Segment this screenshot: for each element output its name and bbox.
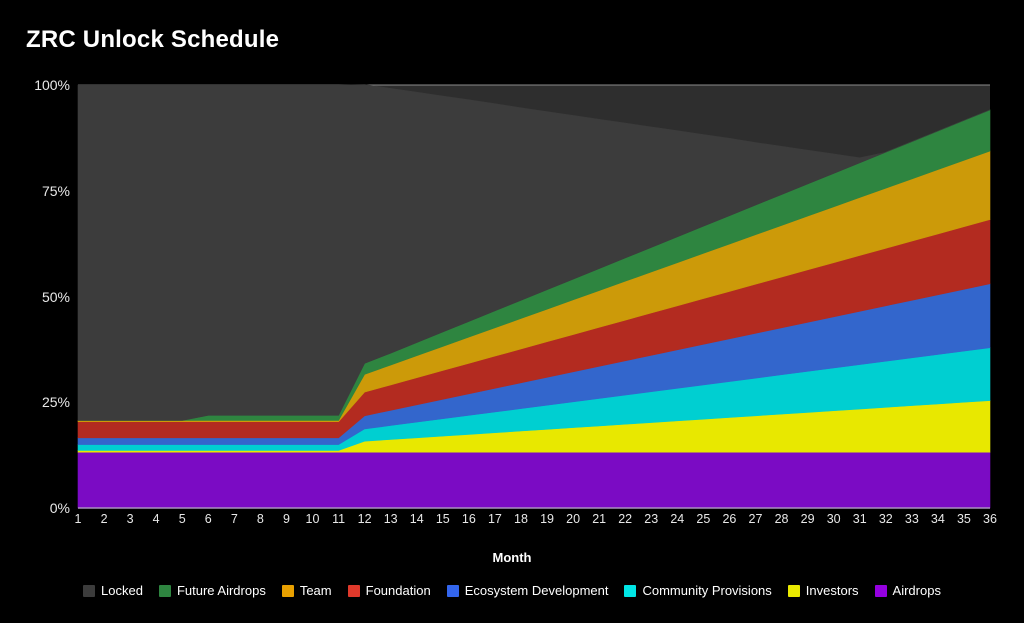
x-tick-label: 27 bbox=[748, 512, 763, 526]
chart-legend: Locked Future Airdrops Team Foundation Ecosy… bbox=[0, 583, 1024, 598]
x-tick-label: 24 bbox=[670, 512, 685, 526]
legend-swatch-icon bbox=[281, 584, 294, 597]
x-tick-label: 29 bbox=[800, 512, 815, 526]
legend-item-label: Future Airdrops bbox=[176, 583, 266, 598]
x-tick-label: 22 bbox=[618, 512, 633, 526]
legend-item-community-provisions[interactable]: Community Provisions bbox=[624, 583, 772, 598]
x-tick-label: 31 bbox=[852, 512, 867, 526]
x-tick-label: 21 bbox=[592, 512, 607, 526]
x-tick-label: 26 bbox=[722, 512, 737, 526]
x-tick-label: 20 bbox=[566, 512, 581, 526]
x-tick-label: 32 bbox=[878, 512, 893, 526]
legend-item-investors[interactable]: Investors bbox=[787, 583, 859, 598]
legend-item-team[interactable]: Team bbox=[281, 583, 332, 598]
x-tick-label: 23 bbox=[644, 512, 659, 526]
x-tick-label: 17 bbox=[487, 512, 502, 526]
legend-swatch-icon bbox=[83, 584, 96, 597]
x-tick-label: 18 bbox=[514, 512, 528, 526]
legend-item-label: Foundation bbox=[365, 583, 431, 598]
x-tick-label: 15 bbox=[435, 512, 450, 526]
x-tick-label: 36 bbox=[983, 512, 997, 526]
legend-item-label: Locked bbox=[101, 583, 143, 598]
x-tick-label: 2 bbox=[100, 512, 108, 526]
legend-item-ecosystem-development[interactable]: Ecosystem Development bbox=[446, 583, 609, 598]
legend-item-label: Community Provisions bbox=[642, 583, 772, 598]
legend-item-foundation[interactable]: Foundation bbox=[347, 583, 431, 598]
legend-swatch-icon bbox=[624, 584, 637, 597]
x-tick-label: 34 bbox=[930, 512, 945, 526]
legend-item-airdrops[interactable]: Airdrops bbox=[874, 583, 941, 598]
x-tick-label: 12 bbox=[357, 512, 372, 526]
x-tick-label: 9 bbox=[282, 512, 290, 526]
legend-swatch-icon bbox=[158, 584, 171, 597]
x-tick-label: 33 bbox=[904, 512, 919, 526]
x-tick-label: 19 bbox=[540, 512, 554, 526]
x-axis-title: Month bbox=[492, 550, 532, 565]
x-tick-label: 16 bbox=[461, 512, 476, 526]
x-tick-label: 4 bbox=[152, 512, 160, 526]
x-tick-label: 14 bbox=[409, 512, 424, 526]
chart-root: ZRC Unlock Schedule 0% 25% 50% 75% 100% 1234… bbox=[0, 0, 1024, 623]
x-tick-label: 13 bbox=[383, 512, 398, 526]
legend-item-future-airdrops[interactable]: Future Airdrops bbox=[158, 583, 266, 598]
x-tick-label: 30 bbox=[826, 512, 841, 526]
x-axis-ticks: 1 2 3 4 5 6 7 8 9 10 11 12 13 14 15 16 17 18 19 20 21 22 23 24 2… bbox=[0, 0, 1024, 623]
x-tick-label: 3 bbox=[126, 512, 134, 526]
legend-item-label: Investors bbox=[805, 583, 859, 598]
legend-item-label: Team bbox=[299, 583, 332, 598]
x-tick-label: 5 bbox=[178, 512, 186, 526]
legend-swatch-icon bbox=[446, 584, 459, 597]
legend-item-locked[interactable]: Locked bbox=[83, 583, 143, 598]
x-tick-label: 8 bbox=[256, 512, 264, 526]
x-tick-label: 7 bbox=[230, 512, 238, 526]
x-tick-label: 11 bbox=[332, 512, 346, 526]
legend-swatch-icon bbox=[787, 584, 800, 597]
x-tick-label: 6 bbox=[204, 512, 212, 526]
legend-swatch-icon bbox=[874, 584, 887, 597]
x-tick-label: 10 bbox=[305, 512, 320, 526]
x-tick-label: 1 bbox=[74, 512, 82, 526]
x-tick-label: 35 bbox=[956, 512, 971, 526]
x-tick-label: 28 bbox=[774, 512, 789, 526]
legend-swatch-icon bbox=[347, 584, 360, 597]
x-tick-label: 25 bbox=[696, 512, 711, 526]
legend-item-label: Ecosystem Development bbox=[464, 583, 609, 598]
legend-item-label: Airdrops bbox=[892, 583, 941, 598]
